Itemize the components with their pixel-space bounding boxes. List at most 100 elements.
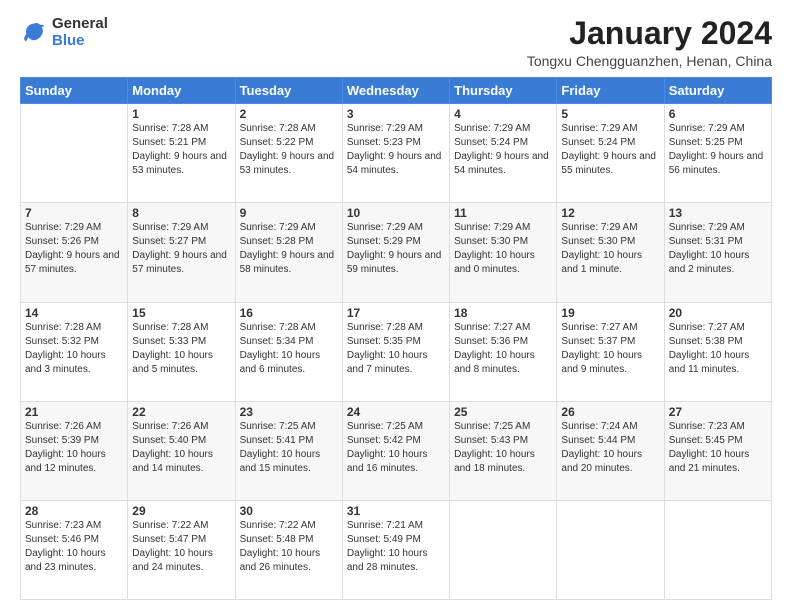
day-info: Sunrise: 7:28 AM Sunset: 5:35 PM Dayligh… xyxy=(347,321,445,377)
calendar-week-row: 1Sunrise: 7:28 AM Sunset: 5:21 PM Daylig… xyxy=(21,104,772,203)
day-info: Sunrise: 7:25 AM Sunset: 5:43 PM Dayligh… xyxy=(454,420,552,476)
calendar-cell: 4Sunrise: 7:29 AM Sunset: 5:24 PM Daylig… xyxy=(450,104,557,203)
day-info: Sunrise: 7:21 AM Sunset: 5:49 PM Dayligh… xyxy=(347,519,445,575)
calendar-cell: 8Sunrise: 7:29 AM Sunset: 5:27 PM Daylig… xyxy=(128,203,235,302)
calendar-header-row: SundayMondayTuesdayWednesdayThursdayFrid… xyxy=(21,78,772,104)
day-number: 5 xyxy=(561,107,659,121)
calendar-cell: 12Sunrise: 7:29 AM Sunset: 5:30 PM Dayli… xyxy=(557,203,664,302)
calendar-cell: 22Sunrise: 7:26 AM Sunset: 5:40 PM Dayli… xyxy=(128,401,235,500)
logo: General Blue xyxy=(20,16,108,49)
day-number: 11 xyxy=(454,206,552,220)
day-number: 6 xyxy=(669,107,767,121)
day-info: Sunrise: 7:29 AM Sunset: 5:25 PM Dayligh… xyxy=(669,122,767,178)
month-year: January 2024 xyxy=(527,16,772,51)
title-block: January 2024 Tongxu Chengguanzhen, Henan… xyxy=(527,16,772,69)
day-info: Sunrise: 7:27 AM Sunset: 5:38 PM Dayligh… xyxy=(669,321,767,377)
day-number: 8 xyxy=(132,206,230,220)
day-number: 13 xyxy=(669,206,767,220)
day-info: Sunrise: 7:29 AM Sunset: 5:31 PM Dayligh… xyxy=(669,221,767,277)
day-info: Sunrise: 7:26 AM Sunset: 5:39 PM Dayligh… xyxy=(25,420,123,476)
day-info: Sunrise: 7:29 AM Sunset: 5:24 PM Dayligh… xyxy=(454,122,552,178)
day-number: 21 xyxy=(25,405,123,419)
logo-bird-icon xyxy=(20,19,48,47)
day-number: 4 xyxy=(454,107,552,121)
calendar-header-thursday: Thursday xyxy=(450,78,557,104)
calendar-cell: 3Sunrise: 7:29 AM Sunset: 5:23 PM Daylig… xyxy=(342,104,449,203)
day-info: Sunrise: 7:26 AM Sunset: 5:40 PM Dayligh… xyxy=(132,420,230,476)
calendar-cell: 16Sunrise: 7:28 AM Sunset: 5:34 PM Dayli… xyxy=(235,302,342,401)
calendar-week-row: 28Sunrise: 7:23 AM Sunset: 5:46 PM Dayli… xyxy=(21,500,772,599)
calendar-cell: 18Sunrise: 7:27 AM Sunset: 5:36 PM Dayli… xyxy=(450,302,557,401)
day-number: 1 xyxy=(132,107,230,121)
calendar-cell: 25Sunrise: 7:25 AM Sunset: 5:43 PM Dayli… xyxy=(450,401,557,500)
day-number: 9 xyxy=(240,206,338,220)
calendar-header-monday: Monday xyxy=(128,78,235,104)
calendar-cell: 24Sunrise: 7:25 AM Sunset: 5:42 PM Dayli… xyxy=(342,401,449,500)
day-info: Sunrise: 7:27 AM Sunset: 5:37 PM Dayligh… xyxy=(561,321,659,377)
calendar-cell xyxy=(21,104,128,203)
day-number: 16 xyxy=(240,306,338,320)
day-info: Sunrise: 7:29 AM Sunset: 5:23 PM Dayligh… xyxy=(347,122,445,178)
day-info: Sunrise: 7:27 AM Sunset: 5:36 PM Dayligh… xyxy=(454,321,552,377)
day-number: 28 xyxy=(25,504,123,518)
calendar-cell: 27Sunrise: 7:23 AM Sunset: 5:45 PM Dayli… xyxy=(664,401,771,500)
day-number: 24 xyxy=(347,405,445,419)
calendar-cell: 21Sunrise: 7:26 AM Sunset: 5:39 PM Dayli… xyxy=(21,401,128,500)
day-info: Sunrise: 7:29 AM Sunset: 5:30 PM Dayligh… xyxy=(561,221,659,277)
day-number: 15 xyxy=(132,306,230,320)
calendar-cell: 17Sunrise: 7:28 AM Sunset: 5:35 PM Dayli… xyxy=(342,302,449,401)
day-number: 23 xyxy=(240,405,338,419)
calendar-cell: 10Sunrise: 7:29 AM Sunset: 5:29 PM Dayli… xyxy=(342,203,449,302)
calendar-cell: 26Sunrise: 7:24 AM Sunset: 5:44 PM Dayli… xyxy=(557,401,664,500)
day-number: 3 xyxy=(347,107,445,121)
day-info: Sunrise: 7:23 AM Sunset: 5:45 PM Dayligh… xyxy=(669,420,767,476)
calendar-cell: 5Sunrise: 7:29 AM Sunset: 5:24 PM Daylig… xyxy=(557,104,664,203)
day-info: Sunrise: 7:28 AM Sunset: 5:22 PM Dayligh… xyxy=(240,122,338,178)
day-number: 10 xyxy=(347,206,445,220)
calendar-cell: 19Sunrise: 7:27 AM Sunset: 5:37 PM Dayli… xyxy=(557,302,664,401)
day-number: 17 xyxy=(347,306,445,320)
calendar-cell xyxy=(557,500,664,599)
day-number: 12 xyxy=(561,206,659,220)
calendar-cell: 15Sunrise: 7:28 AM Sunset: 5:33 PM Dayli… xyxy=(128,302,235,401)
day-number: 27 xyxy=(669,405,767,419)
calendar-header-sunday: Sunday xyxy=(21,78,128,104)
calendar-week-row: 21Sunrise: 7:26 AM Sunset: 5:39 PM Dayli… xyxy=(21,401,772,500)
day-number: 2 xyxy=(240,107,338,121)
day-info: Sunrise: 7:29 AM Sunset: 5:27 PM Dayligh… xyxy=(132,221,230,277)
day-number: 22 xyxy=(132,405,230,419)
calendar-cell xyxy=(450,500,557,599)
day-info: Sunrise: 7:22 AM Sunset: 5:47 PM Dayligh… xyxy=(132,519,230,575)
day-info: Sunrise: 7:25 AM Sunset: 5:41 PM Dayligh… xyxy=(240,420,338,476)
calendar-cell: 2Sunrise: 7:28 AM Sunset: 5:22 PM Daylig… xyxy=(235,104,342,203)
day-info: Sunrise: 7:29 AM Sunset: 5:30 PM Dayligh… xyxy=(454,221,552,277)
calendar-cell: 7Sunrise: 7:29 AM Sunset: 5:26 PM Daylig… xyxy=(21,203,128,302)
calendar-table: SundayMondayTuesdayWednesdayThursdayFrid… xyxy=(20,77,772,600)
calendar-cell: 29Sunrise: 7:22 AM Sunset: 5:47 PM Dayli… xyxy=(128,500,235,599)
calendar-cell: 11Sunrise: 7:29 AM Sunset: 5:30 PM Dayli… xyxy=(450,203,557,302)
calendar-header-friday: Friday xyxy=(557,78,664,104)
calendar-cell: 23Sunrise: 7:25 AM Sunset: 5:41 PM Dayli… xyxy=(235,401,342,500)
header: General Blue January 2024 Tongxu Chenggu… xyxy=(20,16,772,69)
day-info: Sunrise: 7:29 AM Sunset: 5:29 PM Dayligh… xyxy=(347,221,445,277)
day-number: 20 xyxy=(669,306,767,320)
day-number: 31 xyxy=(347,504,445,518)
day-number: 19 xyxy=(561,306,659,320)
calendar-cell: 30Sunrise: 7:22 AM Sunset: 5:48 PM Dayli… xyxy=(235,500,342,599)
day-info: Sunrise: 7:28 AM Sunset: 5:33 PM Dayligh… xyxy=(132,321,230,377)
day-info: Sunrise: 7:23 AM Sunset: 5:46 PM Dayligh… xyxy=(25,519,123,575)
day-info: Sunrise: 7:24 AM Sunset: 5:44 PM Dayligh… xyxy=(561,420,659,476)
day-info: Sunrise: 7:28 AM Sunset: 5:34 PM Dayligh… xyxy=(240,321,338,377)
day-info: Sunrise: 7:28 AM Sunset: 5:21 PM Dayligh… xyxy=(132,122,230,178)
logo-blue: Blue xyxy=(52,33,108,50)
calendar-cell: 31Sunrise: 7:21 AM Sunset: 5:49 PM Dayli… xyxy=(342,500,449,599)
day-number: 14 xyxy=(25,306,123,320)
day-info: Sunrise: 7:29 AM Sunset: 5:24 PM Dayligh… xyxy=(561,122,659,178)
day-number: 30 xyxy=(240,504,338,518)
logo-general: General xyxy=(52,16,108,33)
calendar-week-row: 14Sunrise: 7:28 AM Sunset: 5:32 PM Dayli… xyxy=(21,302,772,401)
calendar-cell: 14Sunrise: 7:28 AM Sunset: 5:32 PM Dayli… xyxy=(21,302,128,401)
calendar-cell: 20Sunrise: 7:27 AM Sunset: 5:38 PM Dayli… xyxy=(664,302,771,401)
day-number: 26 xyxy=(561,405,659,419)
calendar-cell: 6Sunrise: 7:29 AM Sunset: 5:25 PM Daylig… xyxy=(664,104,771,203)
